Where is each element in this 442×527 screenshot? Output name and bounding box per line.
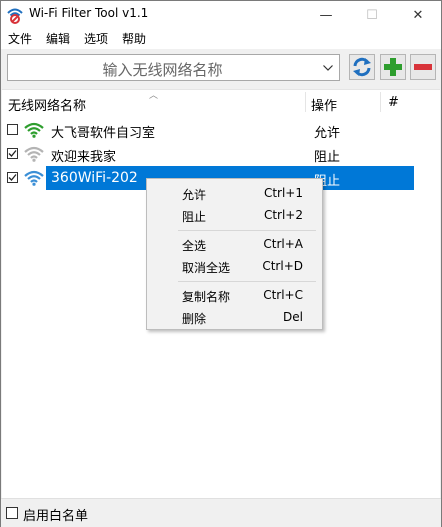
- ctx-separator: [178, 230, 316, 231]
- whitelist-label[interactable]: 启用白名单: [23, 505, 88, 524]
- network-name: 360WiFi-202: [51, 170, 138, 186]
- minus-icon: [414, 64, 432, 70]
- add-button[interactable]: [380, 54, 406, 80]
- ctx-item-label: 允许: [182, 188, 207, 202]
- ctx-item-label: 阻止: [182, 210, 207, 224]
- network-action: 阻止: [314, 150, 341, 165]
- plus-icon: [384, 58, 402, 76]
- whitelist-checkbox[interactable]: [6, 507, 18, 519]
- remove-button[interactable]: [410, 54, 436, 80]
- list-row[interactable]: 欢迎来我家 阻止: [2, 142, 440, 166]
- checkmark-icon: [8, 150, 17, 157]
- chevron-down-icon[interactable]: [323, 65, 333, 71]
- row-checkbox[interactable]: [7, 172, 18, 183]
- sort-ascending-icon: ︿: [149, 91, 159, 101]
- ctx-item-shortcut: Ctrl+D: [262, 259, 303, 273]
- ctx-separator: [178, 281, 316, 282]
- ctx-deselect-all[interactable]: 取消全选 Ctrl+D: [149, 255, 320, 277]
- checkmark-icon: [8, 174, 17, 181]
- menu-edit[interactable]: 编辑: [46, 30, 70, 47]
- wifi-signal-icon: [24, 170, 44, 186]
- ctx-item-shortcut: Ctrl+C: [263, 288, 303, 302]
- ctx-item-shortcut: Ctrl+2: [263, 208, 303, 222]
- ctx-item-label: 复制名称: [182, 290, 231, 304]
- title-bar[interactable]: Wi-Fi Filter Tool v1.1 — ☐ ✕: [1, 1, 441, 29]
- menu-file[interactable]: 文件: [8, 30, 32, 47]
- context-menu: 允许 Ctrl+1 阻止 Ctrl+2 全选 Ctrl+A 取消全选 Ctrl+…: [146, 178, 323, 330]
- network-name: 大飞哥软件自习室: [51, 126, 156, 141]
- ctx-item-label: 全选: [182, 239, 207, 253]
- ctx-item-shortcut: Ctrl+1: [263, 186, 303, 200]
- ctx-allow[interactable]: 允许 Ctrl+1: [149, 182, 320, 204]
- menu-bar: 文件 编辑 选项 帮助: [1, 29, 441, 49]
- menu-options[interactable]: 选项: [84, 30, 108, 47]
- network-action: 允许: [314, 126, 341, 141]
- ctx-item-shortcut: Del: [283, 310, 303, 324]
- row-checkbox[interactable]: [7, 148, 18, 159]
- column-index[interactable]: #: [388, 95, 399, 110]
- maximize-button[interactable]: ☐: [349, 1, 395, 29]
- network-name-combo[interactable]: 输入无线网络名称: [7, 54, 340, 81]
- column-action[interactable]: 操作: [311, 95, 337, 114]
- status-bar: 启用白名单: [1, 498, 441, 527]
- ctx-block[interactable]: 阻止 Ctrl+2: [149, 204, 320, 226]
- window-title: Wi-Fi Filter Tool v1.1: [29, 6, 149, 20]
- app-icon: [7, 8, 23, 24]
- wifi-signal-icon: [24, 122, 44, 138]
- column-divider[interactable]: [305, 92, 306, 112]
- ctx-item-shortcut: Ctrl+A: [263, 237, 303, 251]
- row-checkbox[interactable]: [7, 124, 18, 135]
- minimize-button[interactable]: —: [303, 1, 349, 29]
- column-network-name[interactable]: 无线网络名称: [8, 95, 86, 114]
- ctx-item-label: 取消全选: [182, 261, 231, 275]
- ctx-item-label: 删除: [182, 312, 207, 326]
- ctx-select-all[interactable]: 全选 Ctrl+A: [149, 233, 320, 255]
- refresh-icon: [353, 57, 371, 77]
- refresh-button[interactable]: [349, 54, 375, 80]
- network-name-placeholder: 输入无线网络名称: [102, 61, 223, 79]
- list-header: ︿ 无线网络名称 操作 #: [2, 90, 440, 114]
- network-name: 欢迎来我家: [51, 150, 117, 165]
- toolbar: 输入无线网络名称: [1, 49, 441, 89]
- ctx-copy-name[interactable]: 复制名称 Ctrl+C: [149, 284, 320, 306]
- close-button[interactable]: ✕: [395, 1, 441, 29]
- wifi-signal-icon: [24, 146, 44, 162]
- menu-help[interactable]: 帮助: [122, 30, 146, 47]
- column-divider[interactable]: [380, 92, 381, 112]
- list-row[interactable]: 大飞哥软件自习室 允许: [2, 118, 440, 142]
- ctx-delete[interactable]: 删除 Del: [149, 306, 320, 328]
